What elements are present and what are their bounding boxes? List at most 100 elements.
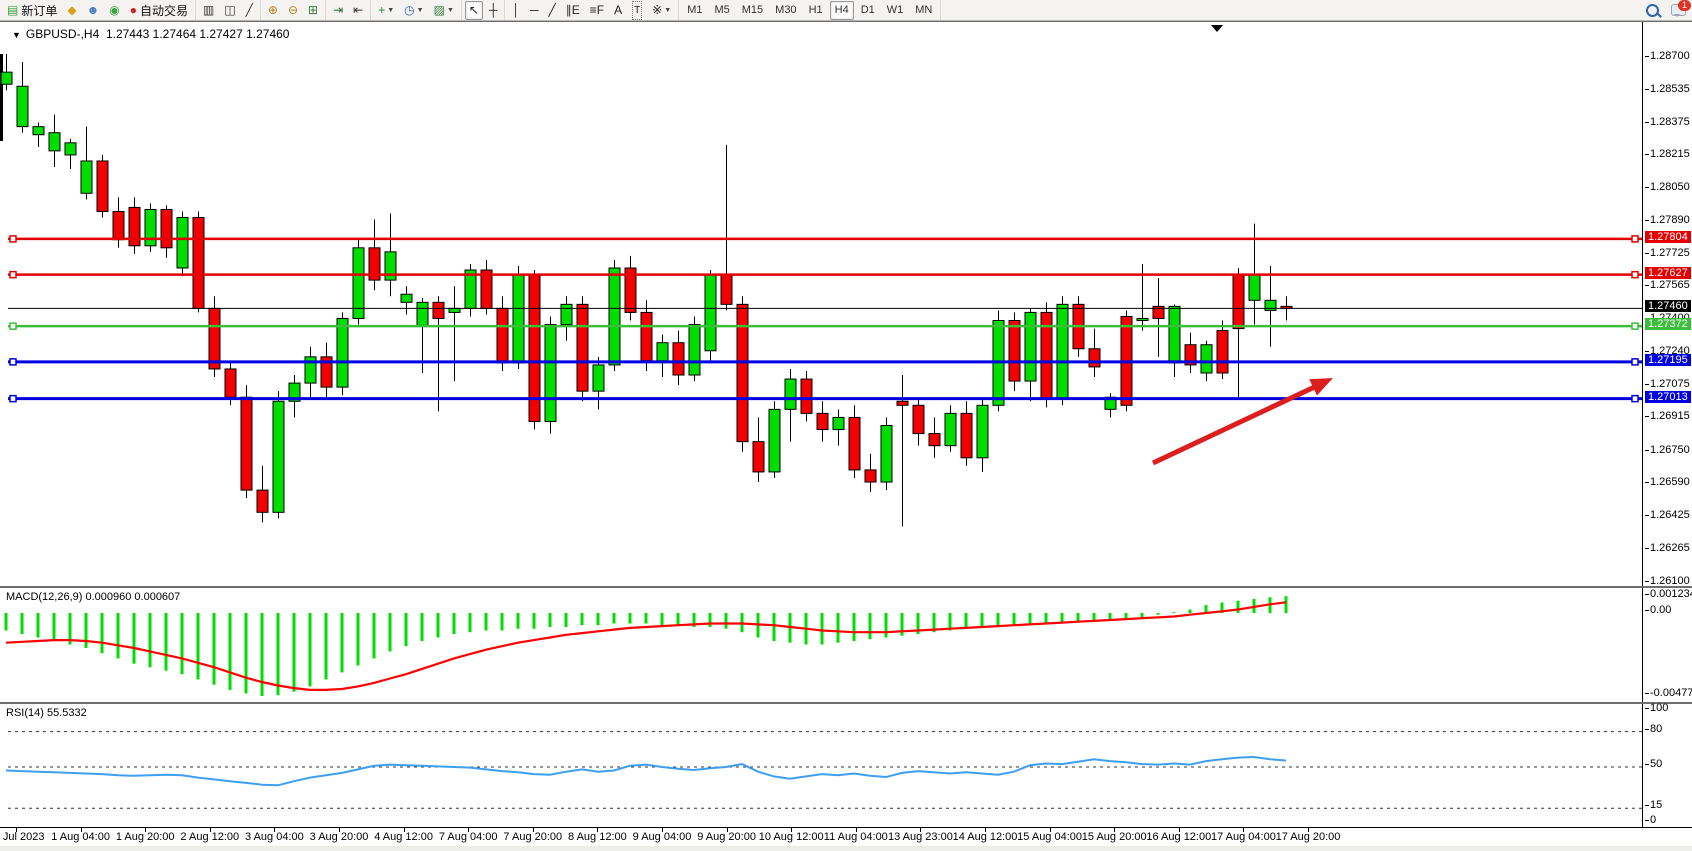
macd-canvas[interactable] bbox=[0, 588, 1644, 703]
macd-tick-label: -0.004774 bbox=[1650, 687, 1692, 699]
rsi-canvas[interactable] bbox=[0, 704, 1644, 829]
chart-symbol: GBPUSD-,H4 bbox=[26, 27, 99, 41]
cursor-button[interactable]: ↖ bbox=[465, 1, 483, 20]
time-label: 3 Aug 04:00 bbox=[245, 831, 304, 843]
trendline-button[interactable]: ╱ bbox=[544, 1, 559, 20]
timeframe-w1-button[interactable]: W1 bbox=[882, 1, 909, 20]
quotes-button[interactable]: ◆ bbox=[63, 1, 80, 20]
fibonacci-icon: ≡F bbox=[590, 2, 604, 19]
arrows-button[interactable]: ※▼ bbox=[648, 1, 675, 20]
time-label: 1 Aug 20:00 bbox=[116, 831, 175, 843]
rsi-tick-label: 0 bbox=[1650, 814, 1656, 826]
macd-tick-label: 0.001234 bbox=[1650, 588, 1692, 600]
time-label: 10 Aug 12:00 bbox=[759, 831, 824, 843]
time-label: 16 Aug 12:00 bbox=[1146, 831, 1211, 843]
zoom-in-button[interactable]: ⊕ bbox=[264, 1, 282, 20]
time-label: 4 Aug 12:00 bbox=[374, 831, 433, 843]
rsi-tick-label: 100 bbox=[1650, 702, 1668, 714]
time-label: 8 Aug 12:00 bbox=[568, 831, 627, 843]
rsi-axis: 1008050150 bbox=[1644, 702, 1692, 827]
timeframe-h1-button[interactable]: H1 bbox=[804, 1, 828, 20]
price-tick-label: 1.28050 bbox=[1650, 181, 1690, 193]
chart-title: ▼GBPUSD-,H4 1.27443 1.27464 1.27427 1.27… bbox=[12, 27, 289, 41]
line-chart-icon: ╱ bbox=[246, 2, 253, 19]
time-label: 13 Aug 23:00 bbox=[888, 831, 953, 843]
one-click-trading-expander-icon[interactable]: ▼ bbox=[12, 30, 21, 40]
macd-pane[interactable]: MACD(12,26,9) 0.000960 0.000607 bbox=[0, 586, 1692, 703]
macd-label: MACD(12,26,9) 0.000960 0.000607 bbox=[6, 591, 180, 603]
rsi-tick-label: 15 bbox=[1650, 799, 1662, 811]
price-chart-pane[interactable] bbox=[0, 21, 1692, 586]
timeframe-m15-button[interactable]: M15 bbox=[737, 1, 768, 20]
time-axis[interactable]: 31 Jul 20231 Aug 04:001 Aug 20:002 Aug 1… bbox=[0, 827, 1692, 847]
chart-shift-button[interactable]: ⇤ bbox=[349, 1, 367, 20]
search-icon[interactable] bbox=[1646, 4, 1659, 17]
price-tick-label: 1.26265 bbox=[1650, 542, 1690, 554]
dropdown-arrow-icon[interactable]: ▼ bbox=[447, 7, 454, 14]
text-button[interactable]: A bbox=[610, 1, 626, 20]
horizontal-line-button[interactable]: ─ bbox=[526, 1, 543, 20]
current-price-label: 1.27460 bbox=[1645, 300, 1691, 312]
price-tick-label: 1.27725 bbox=[1650, 247, 1690, 259]
notification-badge: 1 bbox=[1678, 0, 1691, 11]
macd-tick-label: 0.00 bbox=[1650, 604, 1671, 616]
time-label: 17 Aug 04:00 bbox=[1211, 831, 1276, 843]
time-label: 7 Aug 04:00 bbox=[439, 831, 498, 843]
dropdown-arrow-icon[interactable]: ▼ bbox=[664, 7, 671, 14]
indicators-button[interactable]: +▼ bbox=[374, 1, 398, 20]
new-order-label: 新订单 bbox=[21, 2, 57, 19]
gold-diamond-icon: ◆ bbox=[67, 2, 76, 19]
candle-mode-button[interactable]: ◫ bbox=[220, 1, 239, 20]
auto-scroll-icon: ⇥ bbox=[333, 2, 343, 19]
tile-windows-button[interactable]: ⊞ bbox=[304, 1, 322, 20]
add-indicator-icon: + bbox=[378, 2, 385, 19]
zoom-out-button[interactable]: ⊖ bbox=[284, 1, 302, 20]
price-tick-label: 1.26915 bbox=[1650, 410, 1690, 422]
signals-button[interactable]: ◉ bbox=[105, 1, 123, 20]
price-tick-label: 1.28375 bbox=[1650, 116, 1690, 128]
autotrading-button[interactable]: ●自动交易 bbox=[126, 1, 192, 20]
price-tick-label: 1.28215 bbox=[1650, 148, 1690, 160]
community-button[interactable]: ☻ bbox=[83, 1, 104, 20]
zoom-in-icon: ⊕ bbox=[268, 2, 278, 19]
hline-price-label: 1.27804 bbox=[1645, 231, 1691, 243]
templates-button[interactable]: ▨▼ bbox=[430, 1, 458, 20]
new-order-icon: ▤ bbox=[7, 2, 18, 19]
time-label: 9 Aug 04:00 bbox=[633, 831, 692, 843]
price-axis: 1.278041.276271.273721.271951.270131.274… bbox=[1644, 21, 1692, 585]
hline-price-label: 1.27627 bbox=[1645, 267, 1691, 279]
rsi-pane[interactable]: RSI(14) 55.5332 bbox=[0, 702, 1692, 829]
chart-window[interactable]: ▼GBPUSD-,H4 1.27443 1.27464 1.27427 1.27… bbox=[0, 21, 1692, 851]
vline-icon: │ bbox=[512, 2, 520, 19]
timeframe-mn-button[interactable]: MN bbox=[910, 1, 937, 20]
bar-chart-mode-button[interactable]: ▥ bbox=[199, 1, 218, 20]
timeframe-d1-button[interactable]: D1 bbox=[856, 1, 880, 20]
candles-canvas[interactable] bbox=[0, 22, 1644, 586]
periods-button[interactable]: ◷▼ bbox=[400, 1, 427, 20]
dropdown-arrow-icon[interactable]: ▼ bbox=[417, 7, 424, 14]
text-label-button[interactable]: T bbox=[628, 1, 646, 20]
time-label: 3 Aug 20:00 bbox=[310, 831, 369, 843]
crosshair-button[interactable]: ┼ bbox=[485, 1, 502, 20]
timeframe-m1-button[interactable]: M1 bbox=[682, 1, 707, 20]
chat-icon[interactable]: 1 bbox=[1671, 4, 1686, 16]
timeframe-m30-button[interactable]: M30 bbox=[770, 1, 801, 20]
trendline-icon: ╱ bbox=[548, 2, 555, 19]
time-label: 2 Aug 12:00 bbox=[180, 831, 239, 843]
hline-price-label: 1.27013 bbox=[1645, 391, 1691, 403]
equidistant-channel-button[interactable]: ∥E bbox=[562, 1, 584, 20]
line-mode-button[interactable]: ╱ bbox=[242, 1, 257, 20]
fibonacci-button[interactable]: ≡F bbox=[586, 1, 608, 20]
timeframe-m5-button[interactable]: M5 bbox=[709, 1, 734, 20]
rsi-tick-label: 50 bbox=[1650, 758, 1662, 770]
text-icon: A bbox=[614, 2, 622, 19]
shift-marker-icon bbox=[1211, 25, 1223, 32]
label-icon: T bbox=[632, 1, 642, 20]
vertical-line-button[interactable]: │ bbox=[508, 1, 524, 20]
new-order-button[interactable]: ▤新订单 bbox=[3, 1, 61, 20]
dropdown-arrow-icon[interactable]: ▼ bbox=[387, 7, 394, 14]
hline-icon: ─ bbox=[530, 2, 539, 19]
auto-scroll-button[interactable]: ⇥ bbox=[329, 1, 347, 20]
timeframe-h4-button[interactable]: H4 bbox=[830, 1, 854, 20]
crosshair-icon: ┼ bbox=[489, 2, 498, 19]
